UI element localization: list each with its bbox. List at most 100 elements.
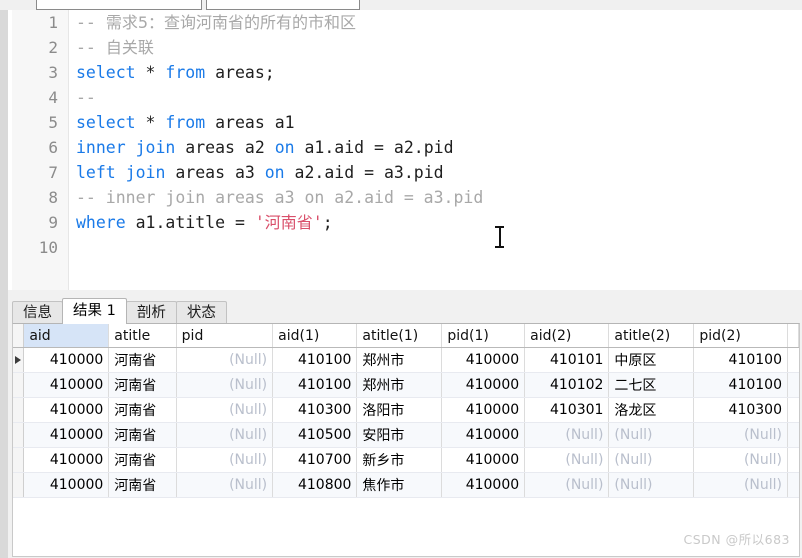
code-line[interactable]: 9 where a1.atitle = '河南省'; xyxy=(12,210,802,235)
table-cell-null[interactable]: (Null) xyxy=(176,422,274,448)
table-cell[interactable]: 河南省 xyxy=(108,347,177,373)
table-cell[interactable]: 郑州市 xyxy=(356,347,443,373)
column-header[interactable]: aid xyxy=(23,324,110,348)
table-cell[interactable]: 河南省 xyxy=(108,472,177,498)
table-cell[interactable]: 410000 xyxy=(23,397,110,423)
table-cell-null[interactable]: (Null) xyxy=(693,447,788,473)
table-cell[interactable]: 410800 xyxy=(272,472,358,498)
table-cell[interactable]: 410100 xyxy=(693,372,788,398)
table-cell[interactable]: 410000 xyxy=(23,472,110,498)
row-selector-header[interactable] xyxy=(13,324,25,348)
table-cell[interactable]: 410000 xyxy=(441,372,526,398)
code-line[interactable]: 3 select * from areas; xyxy=(12,60,802,85)
results-grid-container[interactable]: aid atitle pid aid(1) atitle(1) pid(1) aid(2) a… xyxy=(12,323,800,557)
table-cell[interactable]: 410000 xyxy=(23,422,110,448)
table-cell[interactable]: 河南省 xyxy=(108,372,177,398)
table-cell[interactable]: 410000 xyxy=(23,447,110,473)
column-header[interactable]: atitle(1) xyxy=(356,324,443,348)
column-header[interactable]: pid xyxy=(176,324,274,348)
row-selector-cell[interactable] xyxy=(13,472,25,498)
table-cell[interactable]: 410000 xyxy=(441,347,526,373)
table-cell-null[interactable]: (Null) xyxy=(176,472,274,498)
table-row[interactable]: 410000 河南省 (Null) 410800 焦作市 410000 (Null) (Nul… xyxy=(13,472,799,498)
results-tab[interactable]: 信息 xyxy=(12,301,63,324)
table-row[interactable]: 410000 河南省 (Null) 410100 郑州市 410000 410102 二七区 4… xyxy=(13,372,799,398)
code-line[interactable]: 6 inner join areas a2 on a1.aid = a2.pid xyxy=(12,135,802,160)
table-cell[interactable]: 410500 xyxy=(272,422,358,448)
table-cell[interactable]: 410000 xyxy=(23,347,110,373)
table-cell[interactable]: 410000 xyxy=(441,447,526,473)
column-header[interactable]: aid(2) xyxy=(524,324,610,348)
table-cell-null[interactable]: (Null) xyxy=(524,422,610,448)
column-header[interactable]: pid(2) xyxy=(693,324,788,348)
table-row[interactable]: 410000 河南省 (Null) 410100 郑州市 410000 410101 中原区 4… xyxy=(13,347,799,373)
table-cell[interactable]: 中原区 xyxy=(608,347,695,373)
row-selector-cell[interactable] xyxy=(13,397,25,423)
table-cell[interactable]: 焦作市 xyxy=(356,472,443,498)
column-header[interactable]: pid(1) xyxy=(441,324,526,348)
table-cell[interactable]: 410700 xyxy=(272,447,358,473)
row-selector-cell[interactable] xyxy=(13,447,25,473)
code-token: * xyxy=(135,113,166,132)
sql-code-area[interactable]: 1 -- 需求5：查询河南省的所有的市和区 2 -- 自关联 3 select * fro… xyxy=(12,10,802,290)
table-cell-null[interactable]: (Null) xyxy=(176,447,274,473)
code-line[interactable]: 2 -- 自关联 xyxy=(12,35,802,60)
table-cell[interactable]: 410000 xyxy=(441,422,526,448)
table-cell[interactable]: 洛龙区 xyxy=(608,397,695,423)
table-cell[interactable]: 410300 xyxy=(272,397,358,423)
table-cell[interactable]: 410000 xyxy=(441,397,526,423)
table-row[interactable]: 410000 河南省 (Null) 410700 新乡市 410000 (Null) (Nul… xyxy=(13,447,799,473)
table-cell-null[interactable]: (Null) xyxy=(176,347,274,373)
code-line[interactable]: 5 select * from areas a1 xyxy=(12,110,802,135)
table-cell[interactable]: 河南省 xyxy=(108,422,177,448)
table-cell[interactable]: 410301 xyxy=(524,397,610,423)
table-cell[interactable]: 410000 xyxy=(23,372,110,398)
results-grid[interactable]: aid atitle pid aid(1) atitle(1) pid(1) aid(2) a… xyxy=(13,324,799,498)
table-cell-null[interactable]: (Null) xyxy=(608,422,695,448)
table-cell-null[interactable]: (Null) xyxy=(524,472,610,498)
results-header-row[interactable]: aid atitle pid aid(1) atitle(1) pid(1) aid(2) a… xyxy=(13,324,799,348)
table-cell[interactable]: 安阳市 xyxy=(356,422,443,448)
sql-editor[interactable]: 1 -- 需求5：查询河南省的所有的市和区 2 -- 自关联 3 select * fro… xyxy=(12,10,802,290)
column-header[interactable]: aid(1) xyxy=(272,324,358,348)
table-cell-null[interactable]: (Null) xyxy=(176,397,274,423)
table-cell[interactable]: 河南省 xyxy=(108,447,177,473)
code-line[interactable]: 4 -- xyxy=(12,85,802,110)
table-cell-null[interactable]: (Null) xyxy=(693,422,788,448)
row-selector-cell[interactable] xyxy=(13,347,25,373)
table-cell[interactable]: 二七区 xyxy=(608,372,695,398)
table-cell-null[interactable]: (Null) xyxy=(524,447,610,473)
table-cell[interactable]: 河南省 xyxy=(108,397,177,423)
code-line[interactable]: 7 left join areas a3 on a2.aid = a3.pid xyxy=(12,160,802,185)
table-cell-null[interactable]: (Null) xyxy=(693,472,788,498)
table-row[interactable]: 410000 河南省 (Null) 410300 洛阳市 410000 410301 洛龙区 4… xyxy=(13,397,799,423)
table-cell-null[interactable]: (Null) xyxy=(608,472,695,498)
results-tab[interactable]: 状态 xyxy=(175,301,227,324)
table-cell[interactable]: 郑州市 xyxy=(356,372,443,398)
table-cell[interactable]: 410102 xyxy=(524,372,610,398)
results-tab[interactable]: 结果 1 xyxy=(62,298,127,324)
table-cell[interactable]: 410000 xyxy=(441,472,526,498)
toolbar-input-one[interactable] xyxy=(36,0,202,10)
table-cell[interactable]: 410101 xyxy=(524,347,610,373)
results-tabbar[interactable]: 信息 结果 1 剖析 状态 xyxy=(12,298,227,324)
column-header[interactable]: atitle(2) xyxy=(608,324,695,348)
code-line[interactable]: 1 -- 需求5：查询河南省的所有的市和区 xyxy=(12,10,802,35)
table-cell-null[interactable]: (Null) xyxy=(608,447,695,473)
table-row[interactable]: 410000 河南省 (Null) 410500 安阳市 410000 (Null) (Nul… xyxy=(13,422,799,448)
table-cell-null[interactable]: (Null) xyxy=(176,372,274,398)
table-cell[interactable]: 410300 xyxy=(693,397,788,423)
code-line[interactable]: 10 xyxy=(12,235,802,260)
results-grid-body[interactable]: 410000 河南省 (Null) 410100 郑州市 410000 410101 中原区 4… xyxy=(13,347,799,498)
code-line[interactable]: 8 -- inner join areas a3 on a2.aid = a3.p… xyxy=(12,185,802,210)
table-cell[interactable]: 410100 xyxy=(272,372,358,398)
row-selector-cell[interactable] xyxy=(13,422,25,448)
toolbar-input-two[interactable] xyxy=(206,0,360,10)
row-selector-cell[interactable] xyxy=(13,372,25,398)
results-tab[interactable]: 剖析 xyxy=(125,301,177,324)
table-cell[interactable]: 新乡市 xyxy=(356,447,443,473)
table-cell[interactable]: 洛阳市 xyxy=(356,397,443,423)
table-cell[interactable]: 410100 xyxy=(693,347,788,373)
table-cell[interactable]: 410100 xyxy=(272,347,358,373)
column-header[interactable]: atitle xyxy=(108,324,177,348)
